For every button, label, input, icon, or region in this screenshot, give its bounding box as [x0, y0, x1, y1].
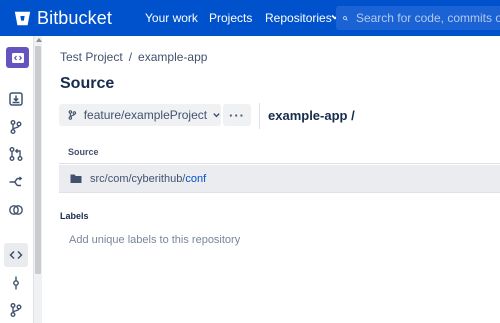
clone-icon — [9, 92, 23, 106]
repo-path-heading: example-app / — [268, 108, 355, 123]
nav-your-work[interactable]: Your work — [145, 11, 198, 25]
search-input[interactable]: Search for code, commits or — [336, 6, 500, 30]
forks-icon — [9, 176, 23, 187]
breadcrumb-project[interactable]: Test Project — [60, 50, 123, 64]
table-row[interactable]: src/com/cyberithub/conf — [59, 165, 500, 192]
pull-requests-icon — [9, 147, 23, 161]
folder-icon — [70, 174, 82, 183]
branch-name: feature/exampleProject — [83, 108, 208, 122]
labels-heading: Labels — [60, 211, 89, 221]
sidebar-pull-requests[interactable] — [4, 142, 28, 166]
breadcrumb-separator: / — [128, 50, 133, 64]
add-labels-placeholder[interactable]: Add unique labels to this repository — [69, 234, 240, 246]
bitbucket-logo-icon — [14, 11, 31, 25]
top-navigation-bar: Bitbucket Your work Projects Repositorie… — [0, 0, 500, 36]
divider — [259, 103, 260, 129]
file-path: src/com/cyberithub/conf — [90, 173, 206, 185]
sidebar-commits[interactable] — [4, 271, 28, 295]
chevron-down-icon — [213, 113, 220, 118]
sidebar-branches[interactable] — [4, 115, 28, 139]
nav-repositories[interactable]: Repositories — [265, 11, 332, 25]
sidebar-compare[interactable] — [4, 198, 28, 222]
sidebar-source[interactable] — [4, 243, 28, 267]
branch-icon — [68, 110, 77, 120]
branch-icon — [10, 303, 22, 317]
path-link[interactable]: conf — [185, 173, 206, 185]
repo-avatar[interactable] — [6, 47, 29, 68]
nav-projects[interactable]: Projects — [209, 11, 252, 25]
sidebar-branch[interactable] — [4, 298, 28, 322]
app-name: Bitbucket — [37, 7, 112, 28]
compare-icon — [9, 205, 23, 215]
more-actions-button[interactable]: ··· — [223, 104, 251, 126]
sidebar-clone[interactable] — [4, 87, 28, 111]
branches-icon — [10, 120, 22, 134]
source-table-header: Source — [68, 147, 99, 157]
search-icon — [343, 15, 348, 21]
branch-selector-button[interactable]: feature/exampleProject — [59, 104, 221, 126]
divider — [59, 163, 500, 164]
search-placeholder: Search for code, commits or — [355, 11, 500, 25]
page-title: Source — [60, 75, 115, 92]
sidebar-forks[interactable] — [4, 170, 28, 194]
breadcrumb-repo[interactable]: example-app — [138, 50, 207, 64]
divider — [59, 192, 500, 193]
sidebar-scrollbar-thumb[interactable] — [35, 46, 41, 274]
path-prefix[interactable]: src/com/cyberithub/ — [90, 173, 185, 185]
source-icon — [9, 250, 23, 260]
bitbucket-logo[interactable]: Bitbucket — [14, 8, 112, 29]
commits-icon — [13, 276, 19, 290]
breadcrumb: Test Project / example-app — [60, 50, 207, 64]
scroll-up-arrow-icon[interactable] — [36, 38, 42, 42]
repo-avatar-icon — [11, 52, 24, 63]
